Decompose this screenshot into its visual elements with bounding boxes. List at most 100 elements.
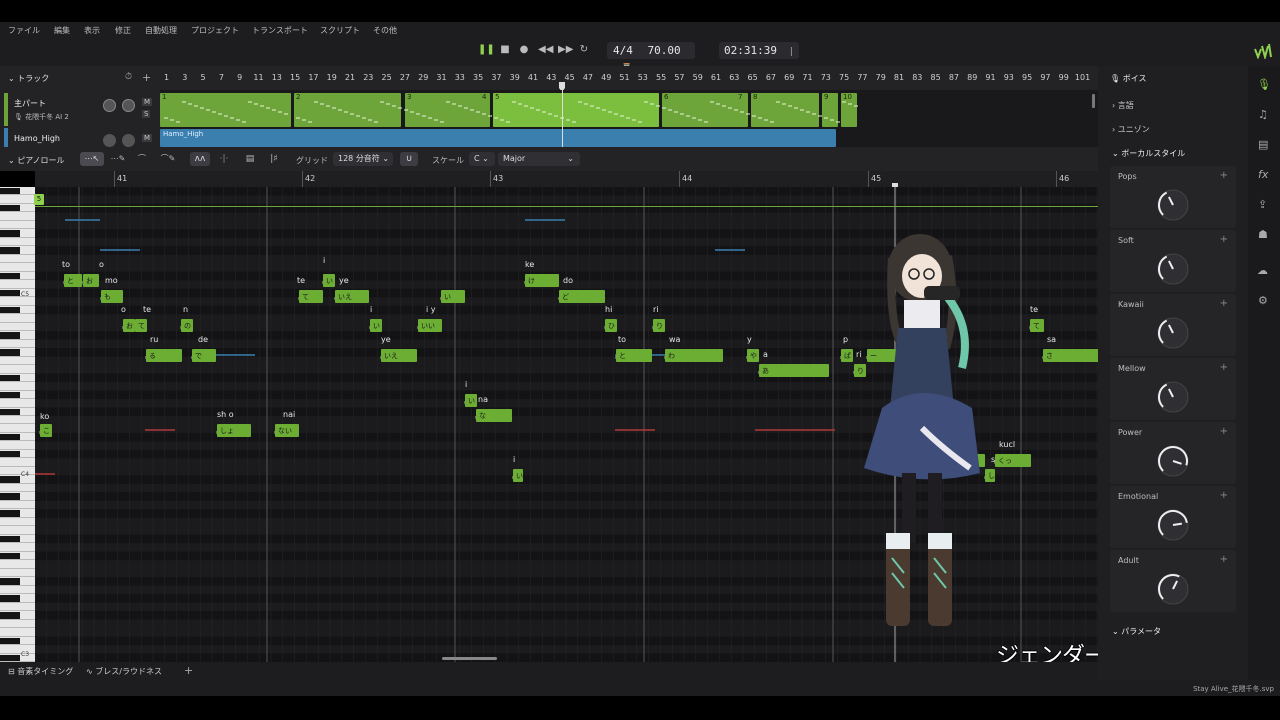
track-name-main[interactable]: 主パート [14,98,46,109]
note[interactable]: と [616,349,652,362]
meter-tempo-box[interactable]: 4/4 70.00 ⏳ [607,42,695,74]
piano-key-white[interactable] [0,526,35,535]
record-button[interactable]: ● [518,44,530,56]
rewind-button[interactable]: ◀◀ [538,44,553,56]
piano-key-black[interactable] [0,188,20,195]
piano-key-white[interactable] [0,297,35,306]
scale-mode-select[interactable]: Major ⌄ [498,152,580,166]
piano-key-black[interactable] [0,578,20,585]
add-style-icon[interactable]: + [1220,426,1228,437]
gear-icon[interactable]: ⚙ [1258,294,1268,307]
menu-item[interactable]: ファイル [8,25,40,36]
style-knob[interactable] [1156,380,1190,414]
note[interactable]: わ [665,349,723,362]
style-knob[interactable] [1156,252,1190,286]
parameters-section[interactable]: ⌄ パラメータ [1112,626,1161,637]
loop-icon[interactable]: ↻ [578,44,590,56]
robot-icon[interactable]: ☗ [1258,228,1268,241]
phoneme-timing-tab[interactable]: ⊟ 音素タイミング [8,666,73,677]
note[interactable]: も [101,290,123,303]
piano-key-white[interactable] [0,238,35,247]
add-style-icon[interactable]: + [1220,554,1228,565]
note[interactable]: な [476,409,512,422]
menu-item[interactable]: スクリプト [320,25,360,36]
note[interactable]: い [465,394,477,407]
piano-key-black[interactable] [0,391,20,399]
piano-key-white[interactable] [0,586,35,595]
piano-key-black[interactable] [0,332,20,339]
note[interactable]: いえ [381,349,417,362]
menu-item[interactable]: 編集 [54,25,70,36]
piano-key-white[interactable] [0,416,35,425]
add-style-icon[interactable]: + [1220,362,1228,373]
piano-keyboard[interactable]: C5 C4 C3 [0,187,35,662]
style-knob[interactable] [1156,188,1190,222]
volume-knob[interactable] [103,99,116,112]
note[interactable]: いい [418,319,442,332]
piano-key-black[interactable] [0,510,20,517]
piano-key-black[interactable] [0,612,20,619]
note[interactable]: お [83,274,99,287]
note[interactable]: ない [275,424,299,437]
note[interactable]: で [192,349,216,362]
piano-key-white[interactable] [0,467,35,476]
note[interactable]: る [146,349,182,362]
note[interactable]: り [653,319,665,332]
note[interactable]: い [513,469,523,482]
piano-key-white[interactable] [0,441,35,450]
piano-key-white[interactable] [0,628,35,637]
volume-knob-2[interactable] [103,134,116,147]
piano-key-white[interactable] [0,458,35,467]
piano-key-black[interactable] [0,654,20,661]
piano-key-white[interactable] [0,560,35,569]
piano-key-black[interactable] [0,476,20,483]
piano-key-black[interactable] [0,433,20,441]
note[interactable]: くっ [995,454,1031,467]
piano-key-white[interactable] [0,484,35,493]
menu-item[interactable]: 修正 [115,25,131,36]
cloud-icon[interactable]: ☁ [1257,264,1268,277]
add-style-icon[interactable]: + [1220,234,1228,245]
piano-key-black[interactable] [0,204,20,212]
piano-key-white[interactable] [0,645,35,654]
mute-button[interactable]: M [142,98,153,106]
forward-button[interactable]: ▶▶ [558,44,573,56]
magnet-snap-icon[interactable]: ∪ [400,152,418,166]
horizontal-scrollbar[interactable] [442,657,497,660]
piano-key-white[interactable] [0,603,35,612]
track-voice[interactable]: 🎙 花隈千冬 AI 2 [14,112,69,122]
piano-key-black[interactable] [0,637,20,645]
style-knob[interactable] [1156,316,1190,350]
style-knob[interactable] [1156,572,1190,606]
scale-key-select[interactable]: C ⌄ [469,152,495,166]
vocal-style-section[interactable]: ⌄ ボーカルスタイル [1112,148,1185,159]
grid-select[interactable]: 128 分音符 ⌄ [333,152,393,166]
piano-key-white[interactable] [0,340,35,349]
piano-key-black[interactable] [0,493,20,500]
clock-icon[interactable]: ⏱ [125,72,132,82]
pitch-snap-icon[interactable]: |♯ [264,152,284,166]
piano-key-black[interactable] [0,535,20,543]
add-style-icon[interactable]: + [1220,490,1228,501]
piano-key-black[interactable] [0,272,20,280]
piano-key-black[interactable] [0,595,20,602]
note[interactable]: て [1030,319,1044,332]
note[interactable]: て [135,319,147,332]
piano-key-white[interactable] [0,518,35,527]
pianoroll-ruler[interactable]: 41 42 43 44 45 46 [35,171,1098,187]
piano-key-white[interactable] [0,382,35,391]
note[interactable]: お [123,319,135,332]
piano-key-black[interactable] [0,349,20,356]
track-name-second[interactable]: Hamo_High [14,134,60,143]
piano-key-black[interactable] [0,289,20,297]
select-tool-icon[interactable]: ⋯↖ [80,152,104,166]
pan-knob-2[interactable] [122,134,135,147]
mute-button-2[interactable]: M [142,134,153,142]
piano-key-white[interactable] [0,255,35,264]
piano-key-black[interactable] [0,408,20,415]
waveform-icon[interactable]: ·|· [214,152,234,166]
piano-key-white[interactable] [0,399,35,408]
note[interactable]: こ [40,424,52,437]
music-note-icon[interactable]: ♫ [1258,108,1268,121]
style-knob[interactable] [1156,444,1190,478]
